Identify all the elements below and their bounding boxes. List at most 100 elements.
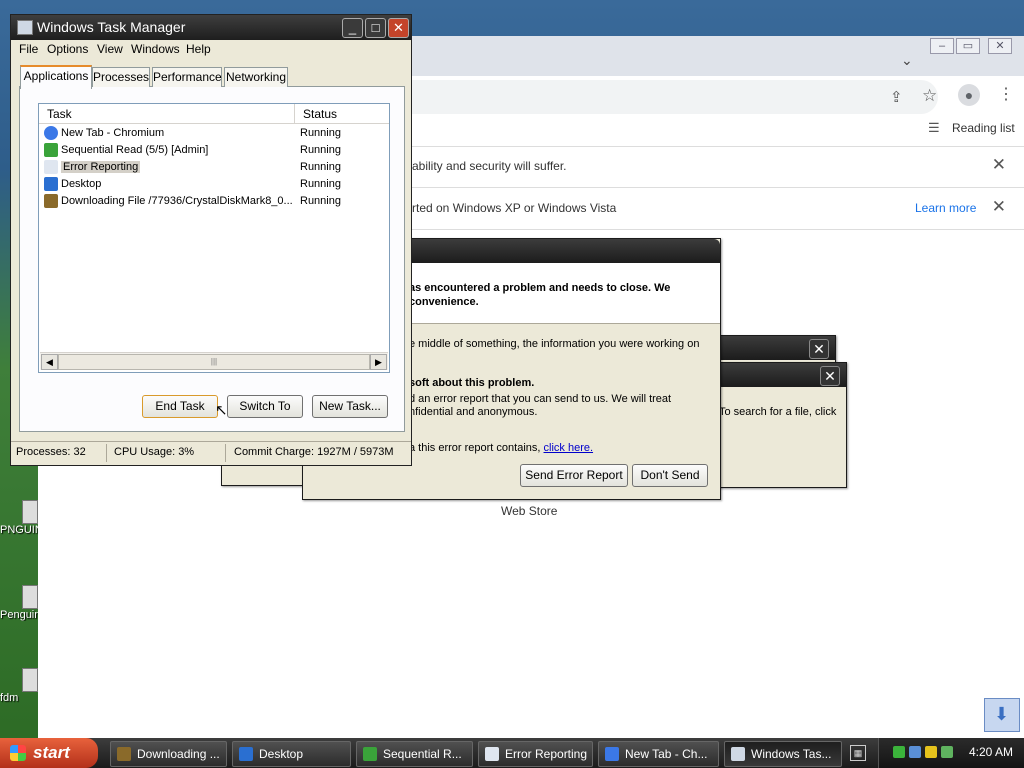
cpu-usage: CPU Usage: 3% [114, 446, 195, 458]
task-row[interactable]: New Tab - Chromium Running [39, 125, 389, 142]
tab-performance[interactable]: Performance [152, 67, 222, 87]
taskbar: start Downloading ... Desktop Sequential R… [0, 738, 1024, 768]
tab-search-chevron-icon[interactable]: ⌄ [901, 52, 913, 69]
menu-windows[interactable]: Windows [131, 42, 180, 56]
scroll-right-icon[interactable]: ▶ [370, 354, 387, 370]
task-row[interactable]: Error Reporting Running [39, 159, 389, 176]
tray-network-icon[interactable] [893, 746, 905, 758]
divider [106, 444, 107, 462]
infobar-text: rted on Windows XP or Windows Vista [412, 201, 617, 215]
task-name: Downloading File /77936/CrystalDiskMark8… [61, 195, 293, 207]
task-status: Running [300, 144, 341, 156]
tab-processes[interactable]: Processes [92, 67, 150, 87]
scroll-left-icon[interactable]: ◀ [41, 354, 58, 370]
profile-avatar[interactable]: ● [958, 84, 980, 106]
close-icon[interactable]: ✕ [809, 339, 829, 359]
desktop-icon-pnguin[interactable]: PNGUIN [0, 500, 38, 536]
scroll-down-button[interactable]: ⬇ [984, 698, 1020, 732]
infobar-text: ability and security will suffer. [412, 159, 567, 173]
end-task-button[interactable]: End Task [142, 395, 218, 418]
task-list: Task Status New Tab - Chromium Running Seq… [38, 103, 390, 373]
web-store-shortcut[interactable]: Web Store [501, 504, 557, 518]
close-button[interactable]: ✕ [988, 38, 1012, 54]
taskbar-button[interactable]: New Tab - Ch... [598, 741, 719, 767]
taskbar-button[interactable]: Error Reporting [478, 741, 593, 767]
column-header-task[interactable]: Task [47, 107, 72, 121]
taskbar-button-label: Sequential R... [383, 747, 462, 761]
taskbar-button-label: Windows Tas... [751, 747, 832, 761]
start-button[interactable]: start [0, 738, 98, 768]
task-status: Running [300, 195, 341, 207]
tab-networking[interactable]: Networking [224, 67, 288, 87]
task-row[interactable]: Desktop Running [39, 176, 389, 193]
menu-help[interactable]: Help [186, 42, 211, 56]
menu-view[interactable]: View [97, 42, 123, 56]
divider [225, 444, 226, 462]
learn-more-link[interactable]: Learn more [915, 201, 976, 215]
crystaldiskmark-icon [363, 747, 377, 761]
close-infobar-icon[interactable]: ✕ [992, 155, 1006, 175]
more-menu-icon[interactable]: ⋮ [998, 84, 1014, 104]
close-button[interactable]: ✕ [388, 18, 409, 38]
error-heading-line2: convenience. [409, 296, 479, 308]
taskbar-button[interactable]: Windows Tas... [724, 741, 842, 767]
minimize-button[interactable]: _ [342, 18, 363, 38]
shortcut-icon [22, 585, 38, 609]
error-para3: a this error report contains, click here… [409, 442, 593, 454]
horizontal-scrollbar[interactable]: ◀ ||| ▶ [40, 352, 388, 370]
desktop-icon-label: Penguin [0, 609, 38, 621]
start-label: start [33, 743, 70, 762]
tab-applications[interactable]: Applications [20, 65, 92, 89]
menu-options[interactable]: Options [47, 42, 88, 56]
task-name: Error Reporting [61, 161, 141, 173]
bookmark-star-icon[interactable]: ☆ [922, 86, 937, 106]
task-manager-window: Windows Task Manager _ □ ✕ File Options … [10, 14, 412, 466]
task-row[interactable]: Sequential Read (5/5) [Admin] Running [39, 142, 389, 159]
reading-list-icon: ☰ [928, 120, 940, 135]
restore-button[interactable]: ▭ [956, 38, 980, 54]
down-arrow-icon: ⬇ [994, 704, 1010, 724]
desktop-icon-label: PNGUIN [0, 524, 38, 536]
minimize-button[interactable]: – [930, 38, 954, 54]
task-row[interactable]: Downloading File /77936/CrystalDiskMark8… [39, 193, 389, 210]
ie-icon [239, 747, 253, 761]
taskmgr-icon [731, 747, 745, 761]
error-para2-line1: d an error report that you can send to u… [409, 393, 672, 405]
scroll-thumb[interactable]: ||| [58, 354, 370, 370]
tray-security-shield-icon[interactable] [925, 746, 937, 758]
new-task-button[interactable]: New Task... [312, 395, 388, 418]
maximize-button[interactable]: □ [365, 18, 386, 38]
task-manager-titlebar[interactable]: Windows Task Manager _ □ ✕ [11, 15, 411, 40]
keyboard-layout-icon[interactable]: ▦ [850, 745, 866, 761]
fdm-icon [44, 194, 58, 208]
dont-send-button[interactable]: Don't Send [632, 464, 708, 487]
tray-sync-icon[interactable] [941, 746, 953, 758]
taskbar-button-label: Downloading ... [137, 747, 220, 761]
taskbar-button[interactable]: Desktop [232, 741, 351, 767]
clock[interactable]: 4:20 AM [969, 745, 1013, 759]
fdm-icon [117, 747, 131, 761]
taskbar-button[interactable]: Downloading ... [110, 741, 227, 767]
click-here-link[interactable]: click here. [544, 442, 594, 454]
task-name: Sequential Read (5/5) [Admin] [61, 144, 209, 156]
menu-file[interactable]: File [19, 42, 38, 56]
system-tray: 4:20 AM [878, 738, 1024, 768]
mouse-cursor-icon: ↖ [215, 402, 228, 419]
reading-list-label: Reading list [952, 121, 1015, 135]
share-icon[interactable]: ⇪ [890, 88, 903, 106]
switch-to-button[interactable]: Switch To [227, 395, 303, 418]
send-error-report-button[interactable]: Send Error Report [520, 464, 628, 487]
tray-display-icon[interactable] [909, 746, 921, 758]
column-divider[interactable] [294, 104, 295, 123]
close-icon[interactable]: ✕ [820, 366, 840, 386]
task-status: Running [300, 161, 341, 173]
column-header-status[interactable]: Status [303, 107, 337, 121]
taskmgr-icon [17, 20, 33, 35]
error-para2-title: soft about this problem. [409, 377, 535, 389]
desktop-icon-fdm[interactable]: fdm [0, 668, 38, 704]
close-infobar-icon[interactable]: ✕ [992, 197, 1006, 217]
desktop-icon-penguin[interactable]: Penguin [0, 585, 38, 621]
error-para1: e middle of something, the information y… [409, 338, 700, 350]
taskbar-button[interactable]: Sequential R... [356, 741, 473, 767]
desktop-icon-label: fdm [0, 692, 19, 704]
